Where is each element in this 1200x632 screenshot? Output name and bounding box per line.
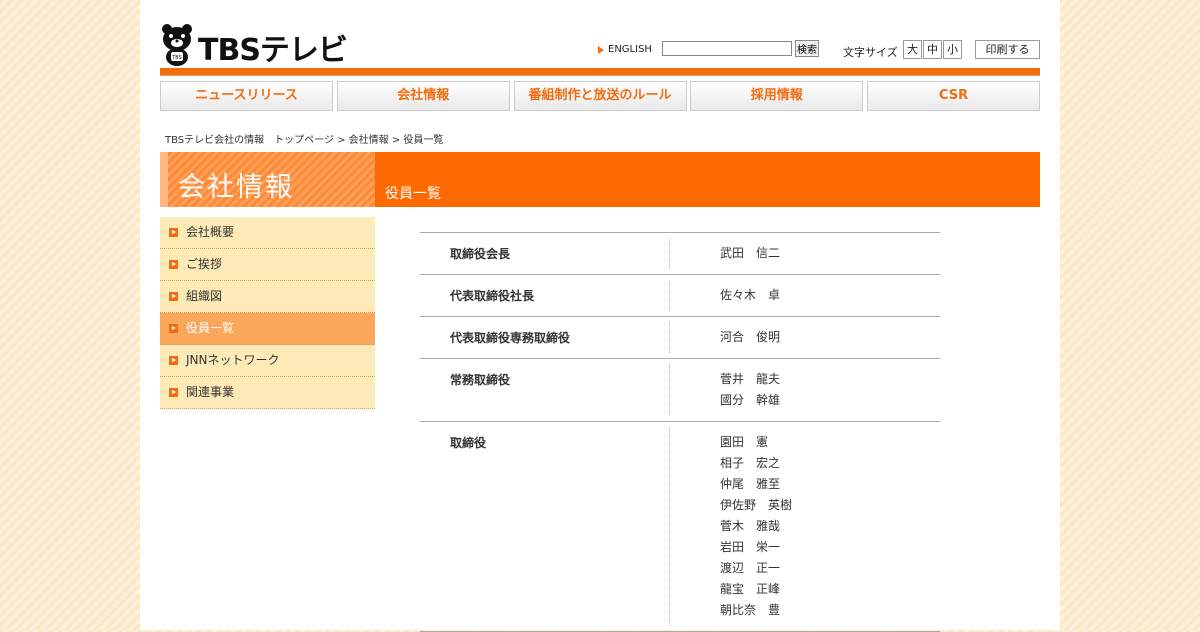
sidebar-item-org-chart[interactable]: 組織図: [160, 281, 375, 313]
sidebar-item-related-business[interactable]: 関連事業: [160, 377, 375, 409]
search-button[interactable]: 検索: [795, 40, 819, 57]
sidebar-item-label: 関連事業: [186, 385, 235, 399]
header-divider: [160, 68, 1040, 76]
executive-name: 相子 宏之: [720, 456, 781, 470]
executive-title: 常務取締役: [420, 364, 670, 416]
executive-names: 武田 信二: [670, 233, 780, 274]
sidebar-item-greeting[interactable]: ご挨拶: [160, 249, 375, 281]
executive-name: 龍宝 正峰: [720, 582, 781, 596]
executive-name: 仲尾 雅至: [720, 477, 781, 491]
font-size-label: 文字サイズ: [843, 46, 898, 59]
banner-subtitle: 役員一覧: [385, 186, 441, 202]
section-banner: 会社情報 役員一覧: [160, 152, 1040, 207]
banner-pattern: 会社情報: [160, 152, 375, 207]
table-row: 取締役 園田 憲相子 宏之 仲尾 雅至 伊佐野 英樹 菅木 雅哉 岩田 栄一 渡辺 正一 龍宝…: [420, 422, 940, 632]
executive-name: 渡辺 正一: [720, 561, 781, 575]
page: TBS TBSテレビ ENGLISH 検索 文字サイズ 大 中 小 印刷する ニ…: [140, 0, 1060, 632]
sidebar-item-jnn-network[interactable]: JNNネットワーク: [160, 345, 375, 377]
executive-names: 河合 俊明: [670, 317, 780, 358]
search-input[interactable]: [662, 41, 792, 56]
breadcrumb: TBSテレビ会社の情報 トップページ > 会社情報 > 役員一覧: [165, 131, 443, 146]
executive-name: 國分 幹雄: [720, 393, 781, 407]
banner-title: 会社情報: [178, 172, 294, 203]
sidebar-item-company-overview[interactable]: 会社概要: [160, 217, 375, 249]
breadcrumb-path[interactable]: トップページ > 会社情報 > 役員一覧: [274, 135, 443, 146]
english-link[interactable]: ENGLISH: [598, 44, 652, 55]
nav-news-release[interactable]: ニュースリリース: [160, 81, 333, 111]
executive-name: 岩田 栄一: [720, 540, 781, 554]
nav-recruit[interactable]: 採用情報: [690, 81, 864, 111]
executive-name: 園田 憲: [720, 435, 769, 449]
arrow-right-icon: [169, 292, 178, 301]
executive-title: 取締役会長: [420, 238, 670, 269]
english-link-label: ENGLISH: [608, 44, 652, 55]
svg-text:TBS: TBS: [171, 55, 182, 61]
executive-name: 菅木 雅哉: [720, 519, 781, 533]
table-row: 取締役会長 武田 信二: [420, 233, 940, 275]
executive-name: 武田 信二: [720, 246, 781, 260]
executive-title: 代表取締役社長: [420, 280, 670, 311]
executive-name: 伊佐野 英樹: [720, 498, 793, 512]
sidebar-item-label: JNNネットワーク: [186, 353, 280, 367]
sidebar-item-label: 役員一覧: [186, 321, 235, 335]
executive-title: 代表取締役専務取締役: [420, 322, 670, 353]
nav-broadcast-rules[interactable]: 番組制作と放送のルール: [513, 81, 687, 111]
arrow-right-icon: [169, 356, 178, 365]
executive-name: 菅井 龍夫: [720, 372, 781, 386]
logo-text: TBSテレビ: [198, 33, 348, 68]
font-size-large-button[interactable]: 大: [903, 40, 922, 59]
executive-title: 取締役: [420, 427, 670, 626]
executive-names: 菅井 龍夫國分 幹雄: [670, 359, 780, 421]
table-row: 常務取締役 菅井 龍夫 國分 幹雄: [420, 359, 940, 422]
sidebar-item-executives[interactable]: 役員一覧: [160, 313, 375, 345]
arrow-right-icon: [169, 260, 178, 269]
executive-name: 朝比奈 豊: [720, 603, 781, 617]
executive-names: 園田 憲相子 宏之仲尾 雅至伊佐野 英樹 菅木 雅哉岩田 栄一渡辺 正一龍宝 正峰…: [670, 422, 792, 631]
table-row: 代表取締役社長 佐々木 卓: [420, 275, 940, 317]
executive-names: 佐々木 卓: [670, 275, 780, 316]
breadcrumb-site: TBSテレビ会社の情報: [165, 135, 265, 146]
sidebar-item-label: ご挨拶: [186, 257, 223, 271]
utility-bar: ENGLISH 検索 文字サイズ 大 中 小 印刷する: [598, 40, 1040, 60]
executive-name: 河合 俊明: [720, 330, 781, 344]
font-size-small-button[interactable]: 小: [943, 40, 962, 59]
global-nav: ニュースリリース 会社情報 番組制作と放送のルール 採用情報 CSR: [160, 81, 1040, 113]
font-size-medium-button[interactable]: 中: [923, 40, 942, 59]
executive-name: 佐々木 卓: [720, 288, 781, 302]
nav-csr[interactable]: CSR: [867, 81, 1040, 111]
sidebar-item-label: 会社概要: [186, 225, 235, 239]
sidebar-item-label: 組織図: [186, 289, 223, 303]
sidebar: 会社概要 ご挨拶 組織図 役員一覧 JNNネットワーク 関連事業: [160, 217, 375, 409]
arrow-right-icon: [169, 324, 178, 333]
bear-mascot-icon: TBS: [162, 24, 192, 66]
nav-company-info[interactable]: 会社情報: [336, 81, 510, 111]
arrow-right-icon: [169, 228, 178, 237]
table-row: 代表取締役専務取締役 河合 俊明: [420, 317, 940, 359]
triangle-right-icon: [598, 45, 604, 54]
arrow-right-icon: [169, 388, 178, 397]
tbs-logo[interactable]: TBS TBSテレビ: [160, 18, 348, 68]
executives-table: 取締役会長 武田 信二代表取締役社長 佐々木 卓代表取締役専務取締役 河合 俊明常務取…: [420, 232, 940, 632]
print-button[interactable]: 印刷する: [975, 40, 1040, 59]
